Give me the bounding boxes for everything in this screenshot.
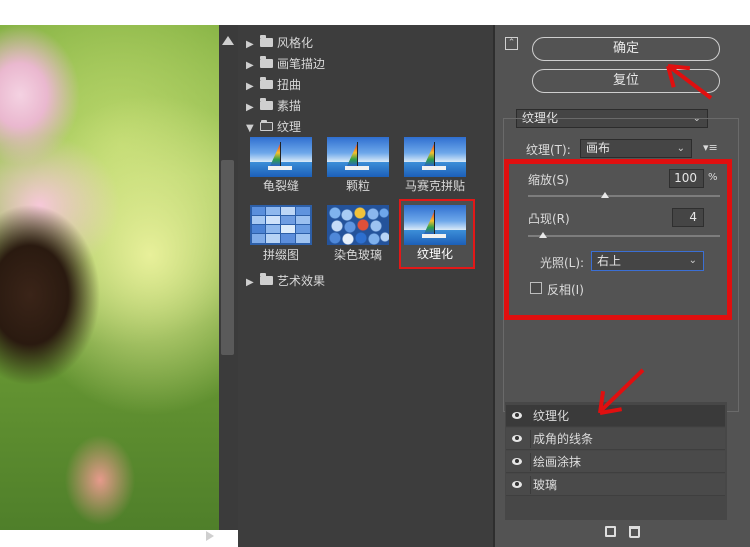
category-sketch[interactable]: ▶ 素描 [246, 96, 301, 116]
category-stylize[interactable]: ▶ 风格化 [246, 33, 313, 53]
texture-dropdown[interactable]: 画布 ⌄ [580, 139, 692, 158]
filter-label: 龟裂缝 [262, 179, 299, 193]
eye-icon[interactable] [512, 458, 522, 465]
folder-icon [260, 273, 273, 285]
folder-icon [260, 56, 273, 68]
panel-divider [493, 25, 495, 547]
filter-thumb-texturizer[interactable] [404, 205, 466, 245]
effect-layer-row[interactable]: 玻璃 [506, 474, 725, 496]
expand-arrow-icon[interactable]: ▶ [246, 98, 260, 118]
filter-label: 染色玻璃 [333, 248, 382, 262]
category-texture[interactable]: ▼ 纹理 [246, 117, 301, 137]
folder-icon [260, 77, 273, 89]
chevron-down-icon: ⌄ [676, 143, 685, 154]
filter-label: 拼缀图 [262, 248, 299, 262]
eye-icon[interactable] [512, 435, 522, 442]
texture-menu-icon[interactable]: ▾≡ [703, 141, 718, 154]
expand-arrow-icon[interactable]: ▶ [246, 77, 260, 97]
eye-icon[interactable] [512, 412, 522, 419]
annotation-highlight-box [504, 159, 732, 320]
effect-layer-row[interactable]: 成角的线条 [506, 428, 725, 450]
category-distort[interactable]: ▶ 扭曲 [246, 75, 301, 95]
folder-icon [260, 35, 273, 47]
folder-open-icon [260, 120, 273, 131]
scroll-right-arrow[interactable] [206, 531, 214, 541]
filter-thumb-craquelure[interactable] [250, 137, 312, 177]
filter-label: 颗粒 [345, 179, 370, 193]
expand-arrow-icon[interactable]: ▶ [246, 56, 260, 76]
folder-icon [260, 98, 273, 110]
scroll-up-arrow[interactable] [222, 36, 234, 45]
filter-label-selected: 纹理化 [416, 247, 453, 261]
eye-icon[interactable] [512, 481, 522, 488]
filter-thumb-mosaic-tiles[interactable] [404, 137, 466, 177]
category-artistic[interactable]: ▶ 艺术效果 [246, 271, 325, 291]
delete-effect-layer-icon[interactable] [629, 526, 640, 538]
filter-gallery-panel: ▶ 风格化 ▶ 画笔描边 ▶ 扭曲 ▶ 素描 ▼ 纹理 龟裂缝 颗粒 马赛克拼贴 拼缀图 … [238, 25, 493, 547]
image-preview[interactable] [0, 25, 219, 530]
effect-layer-row[interactable]: 绘画涂抹 [506, 451, 725, 473]
collapse-arrow-icon[interactable]: ▼ [246, 119, 260, 139]
filter-thumb-grain[interactable] [327, 137, 389, 177]
ok-button[interactable]: 确定 [532, 37, 720, 61]
collapse-panel-icon[interactable]: ⌃ [505, 37, 518, 50]
texture-label: 纹理(T): [526, 143, 571, 157]
scrollbar-thumb[interactable] [221, 160, 234, 355]
filter-thumb-stained-glass[interactable] [327, 205, 389, 245]
category-brush-strokes[interactable]: ▶ 画笔描边 [246, 54, 325, 74]
expand-arrow-icon[interactable]: ▶ [246, 273, 260, 293]
filter-thumb-patchwork[interactable] [250, 205, 312, 245]
new-effect-layer-icon[interactable] [605, 526, 616, 537]
filter-label: 马赛克拼贴 [404, 179, 465, 193]
expand-arrow-icon[interactable]: ▶ [246, 35, 260, 55]
